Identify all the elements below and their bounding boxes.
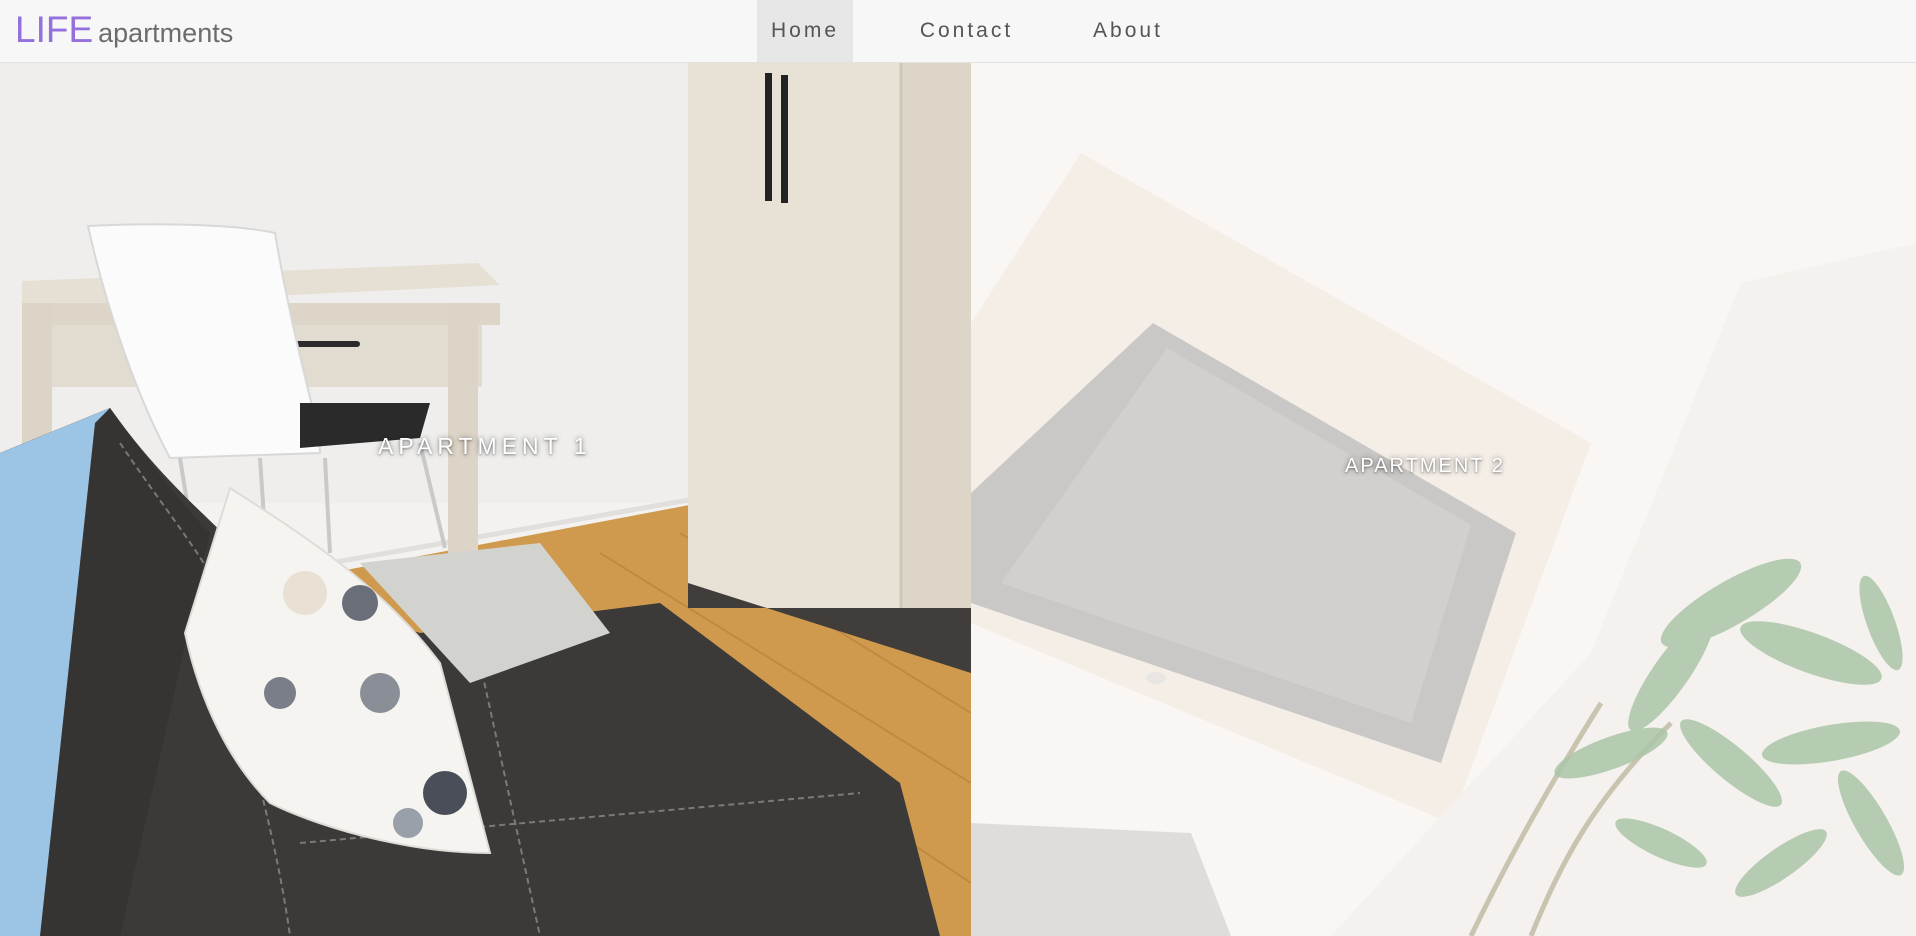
brand-logo-sub: apartments: [98, 18, 234, 48]
top-navbar: LIFE apartments Home Contact About: [0, 0, 1916, 63]
apartment-2-photo: [971, 63, 1916, 936]
brand-logo[interactable]: LIFE apartments: [15, 9, 233, 51]
apartment-1-panel[interactable]: APARTMENT 1: [0, 63, 971, 936]
apartment-1-label: APARTMENT 1: [378, 433, 592, 459]
nav-about-link[interactable]: About: [1089, 0, 1167, 62]
main-nav: Home Contact About: [757, 0, 1167, 62]
apartment-2-label: APARTMENT 2: [1345, 455, 1505, 477]
apartment-2-panel[interactable]: APARTMENT 2: [971, 63, 1916, 936]
nav-home-link[interactable]: Home: [757, 0, 853, 62]
brand-logo-main: LIFE: [15, 9, 94, 50]
nav-contact-link[interactable]: Contact: [919, 0, 1014, 62]
apartment-1-photo: [0, 63, 971, 936]
